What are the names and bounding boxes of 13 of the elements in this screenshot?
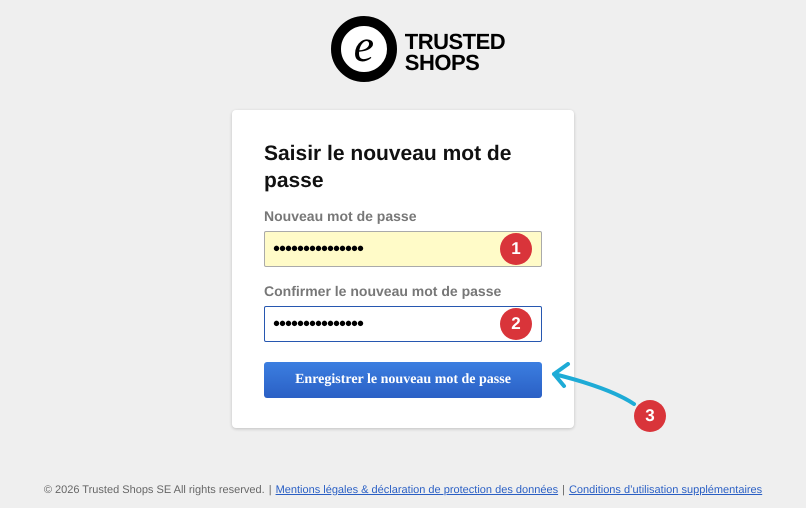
logo-text: TRUSTED [404, 31, 506, 52]
terms-link[interactable]: Conditions d’utilisation supplémentaires [568, 484, 762, 496]
separator: | [562, 484, 565, 496]
field-label: Nouveau mot de passe [264, 208, 416, 224]
save-password-button[interactable]: Enregistrer le nouveau mot de passe [264, 362, 542, 398]
form-title: Saisir le nouveau mot de passe [264, 141, 512, 194]
legal-link[interactable]: Mentions légales & déclaration de protection des données [276, 484, 558, 496]
copyright-text: © 2026 Trusted Shops SE All rights reserved. [44, 484, 265, 496]
field-label: Confirmer le nouveau mot de passe [264, 283, 502, 299]
separator: | [268, 484, 272, 496]
logo-text: SHOPS [404, 52, 480, 73]
step-badge: 3 [634, 400, 666, 432]
logo-e-mark: e [330, 16, 397, 82]
